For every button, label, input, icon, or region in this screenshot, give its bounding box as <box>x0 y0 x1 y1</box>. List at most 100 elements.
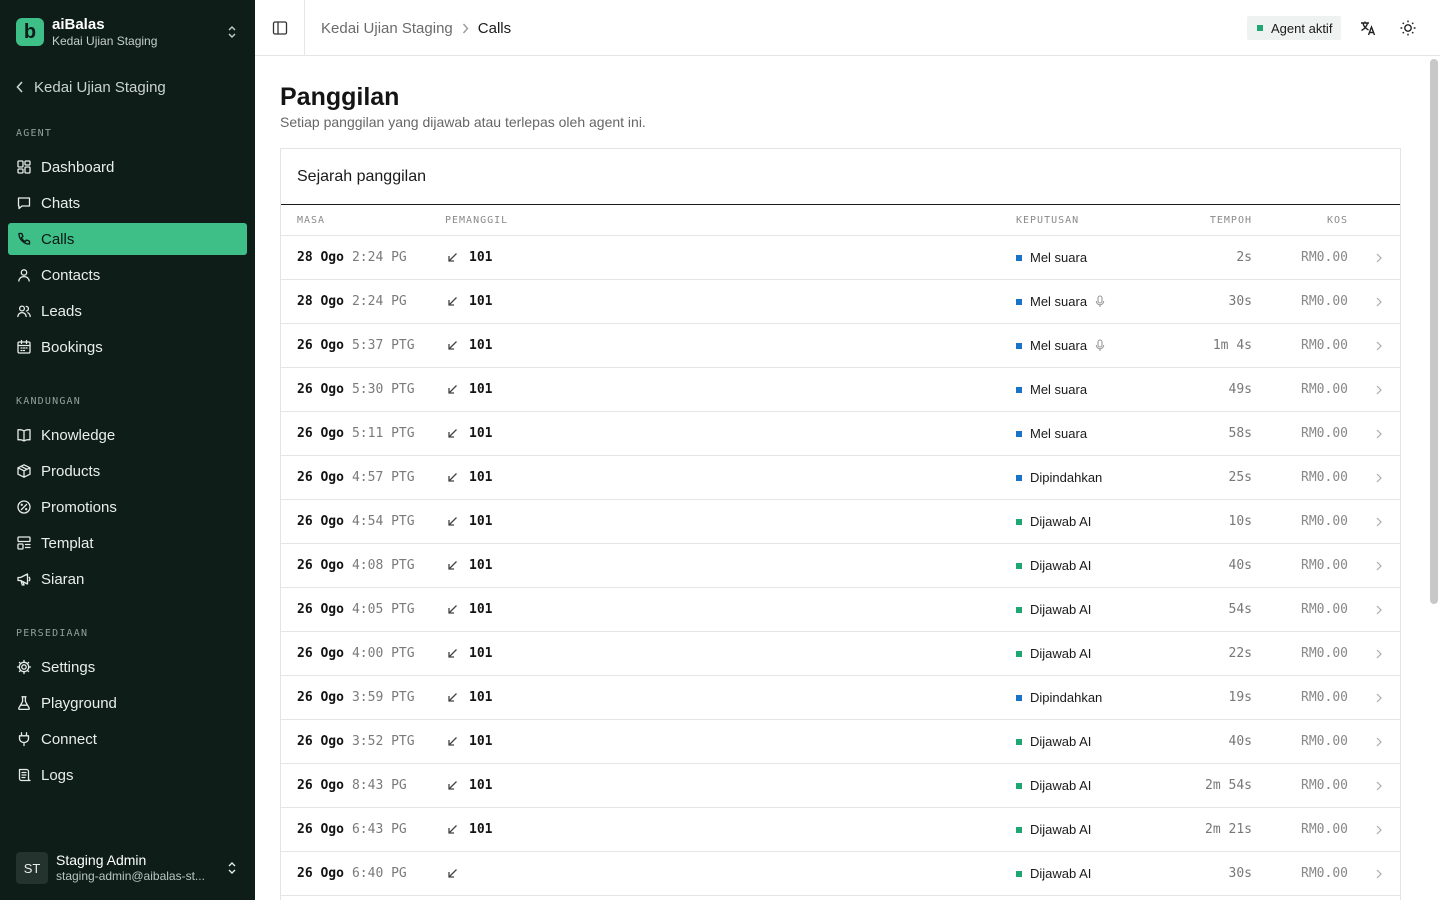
decision-status-dot <box>1016 650 1022 657</box>
table-row[interactable]: 28 Ogo 2:24 PG 101 Mel suara 30s RM0.00 <box>281 280 1400 324</box>
chevron-right-icon <box>1376 236 1382 279</box>
call-time: 26 Ogo 5:37 PTG <box>297 324 415 367</box>
sidebar-item-playground[interactable]: Playground <box>8 687 247 719</box>
caller-number: 101 <box>469 294 493 309</box>
caller-number: 101 <box>469 602 493 617</box>
book-icon <box>17 429 31 442</box>
chat-icon <box>17 197 31 210</box>
caller-number: 101 <box>469 382 493 397</box>
sidebar-item-label: Templat <box>41 534 94 552</box>
sidebar-item-settings[interactable]: Settings <box>8 651 247 683</box>
chevron-right-icon <box>1376 808 1382 851</box>
back-link-label: Kedai Ujian Staging <box>34 78 166 96</box>
app-logo: b <box>16 18 44 46</box>
call-time: 26 Ogo 5:30 PTG <box>297 368 415 411</box>
sidebar-item-promotions[interactable]: Promotions <box>8 491 247 523</box>
table-row[interactable]: 26 Ogo 4:00 PTG 101 Dijawab AI 22s RM0.0… <box>281 632 1400 676</box>
main-content: Panggilan Setiap panggilan yang dijawab … <box>255 57 1440 900</box>
theme-toggle-button[interactable] <box>1396 16 1420 40</box>
call-duration: 10s <box>1228 514 1252 529</box>
logs-icon <box>18 768 31 782</box>
caller-cell: 101 <box>447 676 492 719</box>
call-clock: 5:37 PTG <box>351 338 415 353</box>
table-row[interactable]: 26 Ogo 8:43 PG 101 Dijawab AI 2m 54s RM0… <box>281 764 1400 808</box>
sidebar-item-leads[interactable]: Leads <box>8 295 247 327</box>
table-row[interactable]: 26 Ogo 6:43 PG 101 Dijawab AI 2m 21s RM0… <box>281 808 1400 852</box>
sidebar-item-bookings[interactable]: Bookings <box>8 331 247 363</box>
sidebar-item-logs[interactable]: Logs <box>8 759 247 791</box>
language-button[interactable] <box>1356 16 1380 40</box>
decision-label: Dijawab AI <box>1030 646 1092 661</box>
sidebar-item-contacts[interactable]: Contacts <box>8 259 247 291</box>
sidebar-item-knowledge[interactable]: Knowledge <box>8 419 247 451</box>
caller-number: 101 <box>469 250 493 265</box>
chevron-right-icon <box>1376 324 1382 367</box>
table-row[interactable]: 26 Ogo 6:40 PG Dijawab AI 30s RM0.00 <box>281 852 1400 896</box>
column-header-decision: KEPUTUSAN <box>1016 215 1080 226</box>
sidebar-item-dashboard[interactable]: Dashboard <box>8 151 247 183</box>
decision-cell: Mel suara <box>1016 280 1105 323</box>
phone-icon <box>18 232 31 245</box>
table-row[interactable]: 26 Ogo 3:52 PTG 101 Dijawab AI 40s RM0.0… <box>281 720 1400 764</box>
call-cost: RM0.00 <box>1301 602 1348 617</box>
table-row[interactable]: 28 Ogo 2:24 PG 101 Mel suara 2s RM0.00 <box>281 236 1400 280</box>
decision-label: Mel suara <box>1030 294 1088 309</box>
user-name: Staging Admin <box>56 852 147 868</box>
table-row[interactable]: 26 Ogo 3:59 PTG 101 Dipindahkan 19s RM0.… <box>281 676 1400 720</box>
caller-cell: 101 <box>447 544 492 587</box>
call-cost: RM0.00 <box>1301 250 1348 265</box>
incoming-call-icon <box>448 429 457 438</box>
decision-cell: Dipindahkan <box>1016 676 1102 719</box>
decision-cell: Dijawab AI <box>1016 588 1091 631</box>
call-date: 26 Ogo <box>297 602 344 617</box>
call-time: 28 Ogo 2:24 PG <box>297 280 407 323</box>
call-time: 26 Ogo 8:43 PG <box>297 764 407 807</box>
decision-status-dot <box>1016 474 1022 481</box>
incoming-call-icon <box>448 253 457 262</box>
caller-cell: 101 <box>447 456 492 499</box>
sidebar-item-products[interactable]: Products <box>8 455 247 487</box>
decision-cell: Dijawab AI <box>1016 544 1091 587</box>
incoming-call-icon <box>448 825 457 834</box>
scrollbar[interactable] <box>1430 59 1438 604</box>
incoming-call-icon <box>448 781 457 790</box>
call-duration: 40s <box>1228 558 1252 573</box>
table-row[interactable]: 26 Ogo 4:57 PTG 101 Dipindahkan 25s RM0.… <box>281 456 1400 500</box>
call-cost: RM0.00 <box>1301 822 1348 837</box>
caller-number: 101 <box>469 470 493 485</box>
table-row[interactable]: 26 Ogo 4:05 PTG 101 Dijawab AI 54s RM0.0… <box>281 588 1400 632</box>
caller-cell: 101 <box>447 280 492 323</box>
calls-card: Sejarah panggilan MASA PEMANGGIL KEPUTUS… <box>280 148 1401 900</box>
table-row[interactable]: 26 Ogo 5:11 PTG 101 Mel suara 58s RM0.00 <box>281 412 1400 456</box>
call-time: 26 Ogo 4:54 PTG <box>297 500 415 543</box>
table-row[interactable]: 26 Ogo 4:08 PTG 101 Dijawab AI 40s RM0.0… <box>281 544 1400 588</box>
call-clock: 6:40 PG <box>351 866 407 881</box>
breadcrumb-workspace[interactable]: Kedai Ujian Staging <box>321 20 453 37</box>
sidebar-item-chats[interactable]: Chats <box>8 187 247 219</box>
call-cost: RM0.00 <box>1301 514 1348 529</box>
sidebar-toggle-button[interactable] <box>255 0 305 56</box>
incoming-call-icon <box>448 737 457 746</box>
chevrons-updown-icon <box>225 861 239 875</box>
sun-icon <box>1400 20 1416 36</box>
call-duration: 2s <box>1236 250 1252 265</box>
table-row[interactable]: 26 Ogo 5:37 PTG 101 Mel suara 1m 4s RM0.… <box>281 324 1400 368</box>
call-clock: 3:59 PTG <box>351 690 415 705</box>
sidebar-item-templat[interactable]: Templat <box>8 527 247 559</box>
translate-icon <box>1361 21 1376 36</box>
sidebar-item-label: Promotions <box>41 498 117 516</box>
call-date: 26 Ogo <box>297 822 344 837</box>
table-row[interactable]: 26 Ogo 4:54 PTG 101 Dijawab AI 10s RM0.0… <box>281 500 1400 544</box>
back-link[interactable]: Kedai Ujian Staging <box>16 77 166 97</box>
workspace-switcher[interactable]: b aiBalas Kedai Ujian Staging <box>16 14 239 50</box>
call-cost: RM0.00 <box>1301 338 1348 353</box>
sidebar-item-siaran[interactable]: Siaran <box>8 563 247 595</box>
chevron-right-icon <box>462 23 469 34</box>
decision-label: Mel suara <box>1030 382 1088 397</box>
sidebar-item-calls[interactable]: Calls <box>8 223 247 255</box>
sidebar-item-connect[interactable]: Connect <box>8 723 247 755</box>
table-row[interactable]: 26 Ogo 5:30 PTG 101 Mel suara 49s RM0.00 <box>281 368 1400 412</box>
user-menu[interactable]: ST Staging Admin staging-admin@aibalas-s… <box>16 850 239 886</box>
decision-cell: Dijawab AI <box>1016 500 1091 543</box>
top-bar: Kedai Ujian Staging Calls Agent aktif <box>255 0 1440 56</box>
